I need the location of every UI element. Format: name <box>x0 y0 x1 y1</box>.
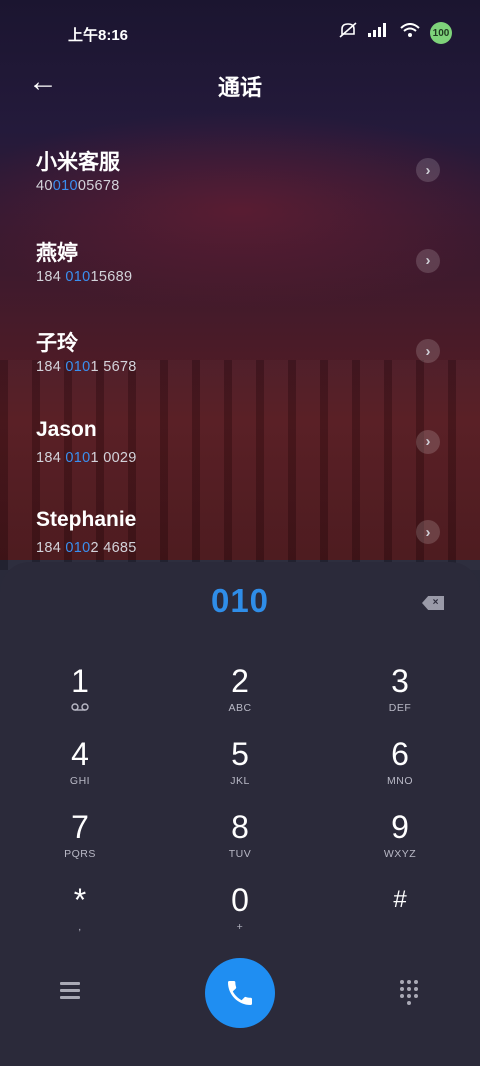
list-item[interactable]: Jason 184 0101 0029 › <box>0 402 480 493</box>
key-8[interactable]: 8 TUV <box>180 808 300 880</box>
contact-name: Jason <box>36 417 97 441</box>
battery-icon: 100 <box>430 22 452 44</box>
header: ← 通话 <box>0 60 480 106</box>
chevron-right-icon[interactable]: › <box>416 429 440 454</box>
key-2[interactable]: 2 ABC <box>180 662 300 734</box>
status-icons: 100 <box>338 22 452 44</box>
signal-icon <box>368 23 390 43</box>
key-1[interactable]: 1 <box>20 662 140 734</box>
chevron-right-icon[interactable]: › <box>416 520 440 544</box>
contact-number: 184 0102 4685 <box>36 540 137 556</box>
dialpad-icon[interactable] <box>400 980 418 1005</box>
chevron-right-icon[interactable]: › <box>416 248 440 273</box>
contact-name: 子玲 <box>36 332 78 355</box>
list-item[interactable]: 燕婷 184 01015689 › <box>0 221 480 312</box>
chevron-right-icon[interactable]: › <box>416 339 440 363</box>
wifi-icon <box>400 23 420 43</box>
voicemail-icon <box>20 702 140 714</box>
contact-name: 小米客服 <box>36 151 120 174</box>
dialpad-actions <box>0 958 480 1032</box>
dialpad-panel: 010 × 1 2 ABC 3 DEF 4 GHI 5 JKL 6 MNO 7 … <box>0 562 480 1066</box>
key-7[interactable]: 7 PQRS <box>20 808 140 880</box>
list-item[interactable]: 子玲 184 0101 5678 › <box>0 311 480 402</box>
phone-icon <box>228 981 252 1005</box>
chevron-right-icon[interactable]: › <box>416 158 440 182</box>
call-button[interactable] <box>205 958 275 1028</box>
key-6[interactable]: 6 MNO <box>340 735 460 807</box>
key-5[interactable]: 5 JKL <box>180 735 300 807</box>
status-time: 上午8:16 <box>68 27 129 44</box>
key-3[interactable]: 3 DEF <box>340 662 460 734</box>
contact-number: 184 0101 5678 <box>36 359 137 375</box>
dialed-number: 010 <box>210 582 270 619</box>
key-0[interactable]: 0 + <box>180 881 300 953</box>
contact-number: 4001005678 <box>36 178 120 194</box>
contact-number: 184 0101 0029 <box>36 449 137 466</box>
menu-icon[interactable] <box>60 982 80 1000</box>
list-item[interactable]: 小米客服 4001005678 › <box>0 130 480 221</box>
key-4[interactable]: 4 GHI <box>20 735 140 807</box>
key-hash[interactable]: # <box>340 881 460 953</box>
page-title: 通话 <box>217 75 262 100</box>
mute-icon <box>338 22 358 44</box>
contact-list: 小米客服 4001005678 › 燕婷 184 01015689 › 子玲 1… <box>0 130 480 583</box>
key-9[interactable]: 9 WXYZ <box>340 808 460 880</box>
key-star[interactable]: * , <box>20 881 140 953</box>
contact-name: Stephanie <box>36 508 137 531</box>
status-bar: 上午8:16 100 <box>0 0 480 66</box>
contact-name: 燕婷 <box>36 241 78 265</box>
contact-number: 184 01015689 <box>36 268 133 285</box>
